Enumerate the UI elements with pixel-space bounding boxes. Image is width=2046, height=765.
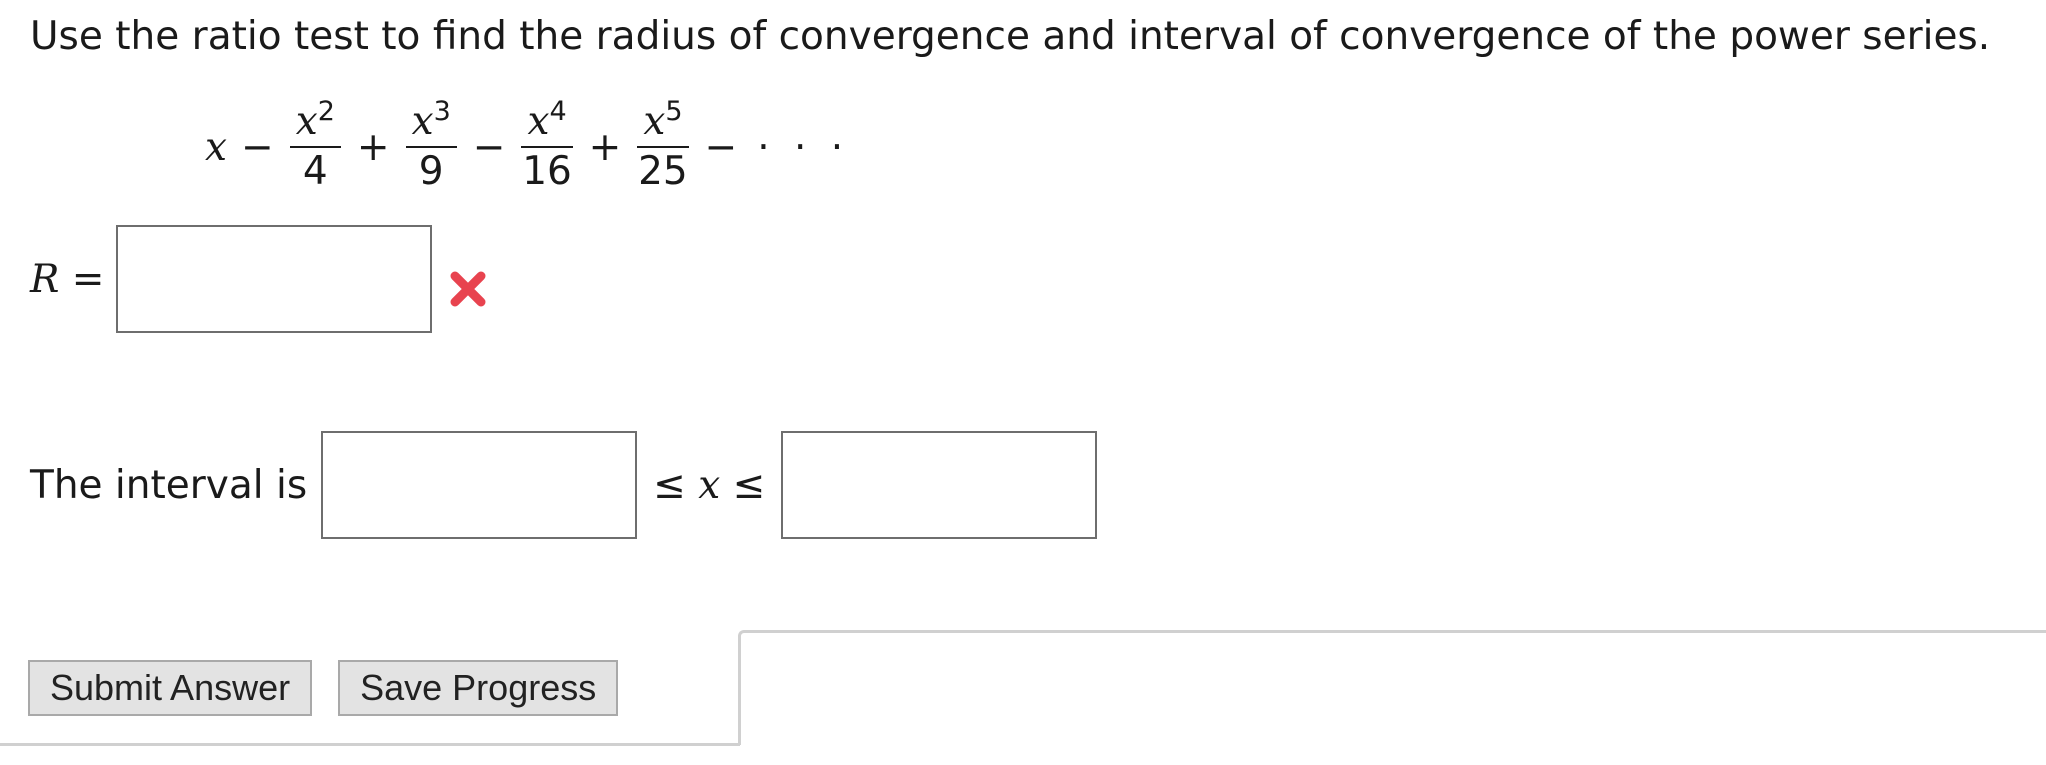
interval-upper-input[interactable]	[781, 431, 1098, 539]
series-first-term: x	[205, 124, 227, 170]
numerator-base: x	[643, 99, 666, 144]
question-text: Use the ratio test to find the radius of…	[30, 14, 1991, 59]
series-ellipsis: · · ·	[757, 124, 850, 170]
divider	[0, 743, 740, 746]
fraction-denominator: 16	[522, 149, 572, 194]
series-operator: −	[472, 124, 506, 170]
radius-input[interactable]	[116, 225, 433, 333]
inequality-var: x	[698, 462, 721, 508]
inequality-right: ≤	[720, 462, 766, 508]
interval-row: The interval is ≤ x ≤	[30, 430, 1098, 540]
fraction-numerator: x5	[637, 98, 689, 148]
series-term-fraction: x3 9	[405, 98, 457, 194]
inequality-left: ≤	[653, 462, 699, 508]
interval-inequality: ≤ x ≤	[653, 463, 765, 508]
submit-answer-button[interactable]: Submit Answer	[28, 660, 313, 716]
feedback-panel	[738, 630, 2046, 745]
radius-label: R =	[30, 257, 104, 302]
series-trailing-operator: −	[704, 124, 738, 170]
series-operator: +	[588, 124, 622, 170]
radius-label-equals: =	[59, 256, 105, 302]
radius-label-var: R	[30, 256, 60, 302]
action-buttons: Submit Answer Save Progress	[28, 660, 644, 716]
interval-label: The interval is	[30, 462, 308, 508]
series-operator: −	[241, 124, 274, 170]
fraction-numerator: x2	[289, 98, 341, 148]
x-mark-icon	[450, 271, 486, 307]
numerator-exponent: 3	[433, 96, 451, 127]
numerator-exponent: 5	[665, 96, 683, 127]
numerator-exponent: 4	[549, 96, 567, 127]
interval-lower-input[interactable]	[321, 431, 638, 539]
fraction-denominator: 4	[302, 149, 328, 194]
series-term-fraction: x5 25	[637, 98, 689, 194]
series-operator: +	[356, 124, 390, 170]
fraction-denominator: 9	[418, 149, 444, 194]
numerator-base: x	[295, 99, 318, 144]
power-series-expression: x − x2 4 + x3 9 − x4 16 + x5 25 − · · ·	[205, 97, 849, 197]
numerator-base: x	[527, 99, 550, 144]
numerator-exponent: 2	[317, 96, 335, 127]
numerator-base: x	[411, 99, 434, 144]
fraction-numerator: x3	[405, 98, 457, 148]
series-term-fraction: x2 4	[289, 98, 341, 194]
series-term-fraction: x4 16	[521, 98, 573, 194]
radius-row: R =	[30, 224, 490, 334]
save-progress-button[interactable]: Save Progress	[338, 660, 619, 716]
fraction-denominator: 25	[638, 149, 688, 194]
fraction-numerator: x4	[521, 98, 573, 148]
